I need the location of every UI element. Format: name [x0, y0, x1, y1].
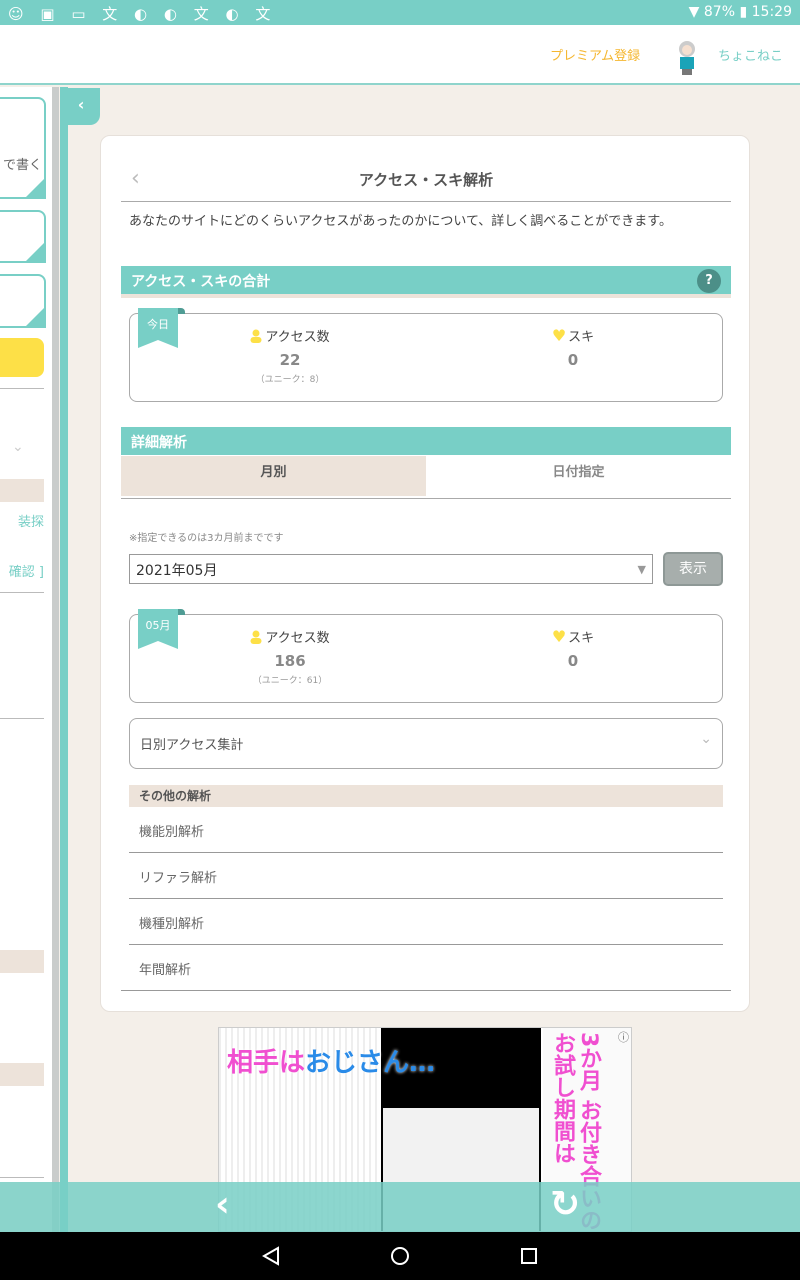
chevron-left-icon: ‹ [77, 95, 85, 114]
sidebar-scrollbar[interactable] [52, 87, 59, 1232]
selected-month: 2021年05月 [136, 563, 218, 579]
month-ribbon: 05月 [138, 609, 178, 649]
status-bar: ☺ ▣ ▭ 文 ◐ ◐ 文 ◐ 文 ▼ 87% ▮ 15:29 [0, 0, 800, 25]
section-header-total: アクセス・スキの合計? [121, 266, 731, 294]
divider [0, 592, 44, 593]
side-menu: で書く ⌄ 装探 確認 ] [0, 87, 52, 1182]
access-stat: アクセス数 186 （ユニーク：61） [230, 627, 350, 686]
reload-icon[interactable]: ↻ [550, 1184, 580, 1225]
ad-info-icon[interactable]: ⓘ [618, 1029, 629, 1045]
access-label: アクセス数 [265, 631, 330, 646]
page-description: あなたのサイトにどのくらいアクセスがあったのかについて、詳しく調べることができま… [129, 214, 673, 229]
other-analysis-link[interactable]: リファラ解析 [129, 853, 723, 899]
unique-count: （ユニーク：8） [255, 375, 325, 385]
access-count: 186 [274, 652, 306, 670]
like-label: スキ [568, 330, 595, 345]
person-icon [250, 630, 262, 644]
sidebar-yellow-button[interactable] [0, 338, 44, 377]
divider [0, 388, 44, 389]
other-analysis-header: その他の解析 [129, 785, 723, 807]
browser-bottom-bar: ‹ ↻ [0, 1182, 800, 1232]
sidebar-card[interactable]: で書く [0, 97, 46, 199]
daily-access-accordion[interactable]: 日別アクセス集計 ⌄ [129, 718, 723, 769]
dropdown-arrow-icon: ▼ [637, 563, 646, 576]
sidebar-link[interactable]: 装探 [18, 511, 44, 530]
sidebar-section-header [0, 950, 44, 973]
like-count: 0 [567, 351, 579, 369]
access-stat: アクセス数 22 （ユニーク：8） [230, 326, 350, 385]
like-label: スキ [568, 631, 595, 646]
status-right: ▼ 87% ▮ 15:29 [689, 4, 792, 20]
other-analysis-link[interactable]: 機種別解析 [129, 899, 723, 945]
collapse-sidebar-button[interactable]: ‹ [62, 88, 100, 125]
other-analysis-link[interactable]: 機能別解析 [129, 807, 723, 853]
today-stats: 今日 アクセス数 22 （ユニーク：8） ♥ スキ 0 [129, 308, 723, 402]
tab-monthly[interactable]: 月別 [121, 456, 426, 498]
sidebar-link[interactable]: 確認 ] [9, 561, 44, 580]
chevron-down-icon: ⌄ [700, 731, 712, 747]
divider [0, 1177, 44, 1178]
notification-icons: ☺ ▣ ▭ 文 ◐ ◐ 文 ◐ 文 [8, 5, 277, 23]
like-stat: ♥ スキ 0 [523, 326, 623, 369]
ribbon-fold [178, 609, 185, 615]
ribbon-fold [178, 308, 185, 314]
battery-icon: ▮ [739, 4, 748, 20]
app-header: プレミアム登録 ちょこねこ [0, 25, 800, 85]
premium-signup-link[interactable]: プレミアム登録 [550, 45, 640, 64]
nav-recents-icon[interactable] [520, 1247, 538, 1265]
like-count: 0 [567, 652, 579, 670]
heart-icon: ♥ [551, 627, 567, 646]
divider [121, 201, 731, 202]
avatar[interactable] [672, 39, 702, 79]
access-label: アクセス数 [265, 330, 330, 345]
sidebar-card[interactable] [0, 274, 46, 328]
nav-back-icon[interactable] [262, 1246, 280, 1266]
system-nav-bar [0, 1232, 800, 1280]
heart-icon: ♥ [551, 326, 567, 345]
access-count: 22 [279, 351, 301, 369]
battery-level: 87% [703, 4, 736, 20]
chevron-down-icon[interactable]: ⌄ [12, 439, 24, 455]
ad-headline: 相手はおじさん… [227, 1042, 435, 1079]
sidebar-card-text: で書く [2, 158, 42, 173]
analytics-card: ‹ アクセス・スキ解析 あなたのサイトにどのくらいアクセスがあったのかについて、… [100, 135, 750, 1012]
detail-tabs: 月別 日付指定 [121, 456, 731, 499]
divider [121, 294, 731, 298]
clock: 15:29 [751, 4, 792, 20]
range-note: ※指定できるのは3カ月前までです [129, 533, 284, 544]
help-icon[interactable]: ? [697, 269, 721, 293]
other-analysis-link[interactable]: 年間解析 [121, 945, 731, 991]
today-ribbon: 今日 [138, 308, 178, 348]
ad-headline-a: 相手は [227, 1048, 306, 1078]
section-title: アクセス・スキの合計 [131, 274, 271, 290]
sidebar-section-header [0, 479, 44, 502]
page-title: アクセス・スキ解析 [358, 171, 494, 189]
month-select[interactable]: 2021年05月 ▼ [129, 554, 653, 584]
username-link[interactable]: ちょこねこ [718, 45, 783, 64]
sidebar-section-header [0, 1063, 44, 1086]
accordion-label: 日別アクセス集計 [140, 738, 244, 753]
month-stats: 05月 アクセス数 186 （ユニーク：61） ♥ スキ 0 [129, 609, 723, 703]
sidebar-edge [60, 87, 68, 1232]
ad-headline-b: おじさん… [305, 1048, 436, 1078]
show-button[interactable]: 表示 [663, 552, 723, 586]
wifi-icon: ▼ [688, 4, 700, 20]
section-header-detail: 詳細解析 [121, 427, 731, 455]
unique-count: （ユニーク：61） [252, 676, 328, 686]
person-icon [250, 329, 262, 343]
like-stat: ♥ スキ 0 [523, 627, 623, 670]
sidebar-card[interactable] [0, 210, 46, 263]
back-icon[interactable]: ‹ [215, 1184, 230, 1225]
nav-home-icon[interactable] [390, 1246, 410, 1266]
divider [0, 718, 44, 719]
tab-date[interactable]: 日付指定 [426, 456, 731, 498]
